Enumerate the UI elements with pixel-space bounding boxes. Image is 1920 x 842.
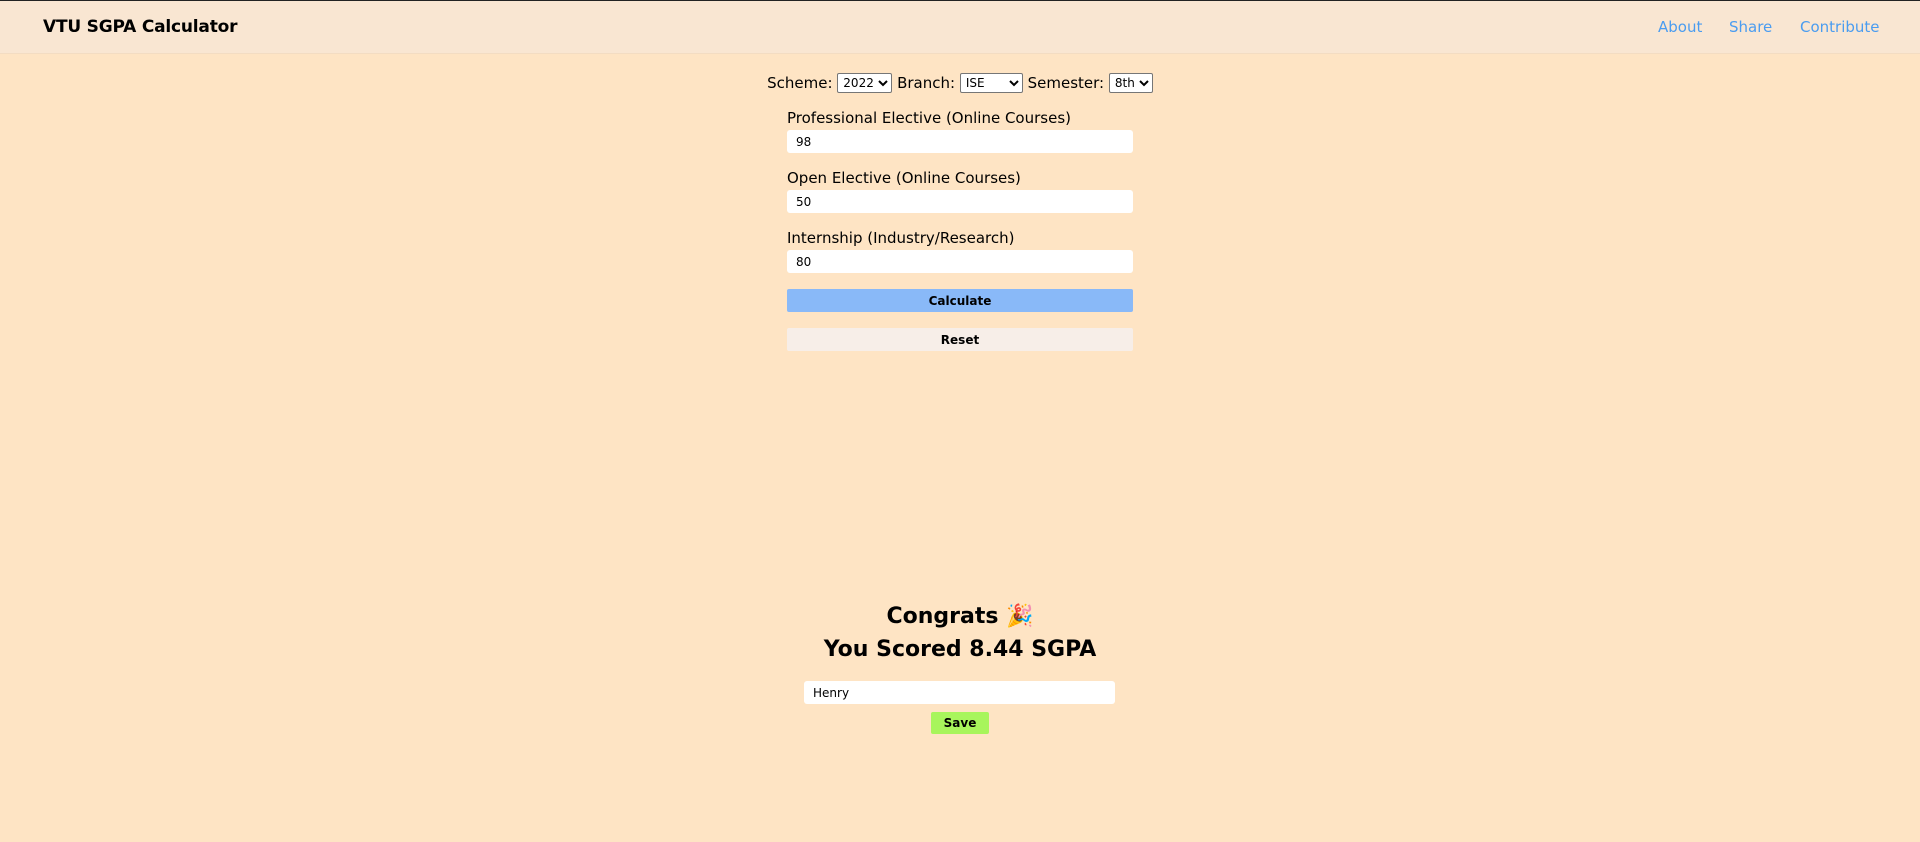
save-button[interactable]: Save [931,712,989,734]
scheme-label: Scheme: [767,74,833,92]
calculate-button[interactable]: Calculate [787,289,1133,312]
sgpa-result: You Scored 8.44 SGPA [823,637,1097,662]
navbar: VTU SGPA Calculator About Share Contribu… [0,1,1920,54]
subject-label-open-elective: Open Elective (Online Courses) [787,169,1021,187]
reset-button[interactable]: Reset [787,328,1133,351]
name-input[interactable] [804,681,1115,704]
marks-input-open-elective[interactable] [787,190,1133,213]
nav-link-contribute[interactable]: Contribute [1800,18,1880,36]
scheme-select[interactable]: 2022 [837,73,893,93]
branch-select[interactable]: ISE [959,73,1023,93]
subject-label-professional-elective: Professional Elective (Online Courses) [787,109,1071,127]
congrats-heading: Congrats 🎉 [886,604,1034,629]
semester-label: Semester: [1027,74,1105,92]
nav-link-about[interactable]: About [1658,18,1702,36]
marks-input-internship[interactable] [787,250,1133,273]
nav-link-share[interactable]: Share [1729,18,1772,36]
selector-bar: Scheme: 2022 Branch: ISE Semester: 8th [0,73,1920,93]
app-title: VTU SGPA Calculator [43,17,238,37]
branch-label: Branch: [897,74,956,92]
marks-input-professional-elective[interactable] [787,130,1133,153]
semester-select[interactable]: 8th [1108,73,1153,93]
subject-label-internship: Internship (Industry/Research) [787,229,1015,247]
